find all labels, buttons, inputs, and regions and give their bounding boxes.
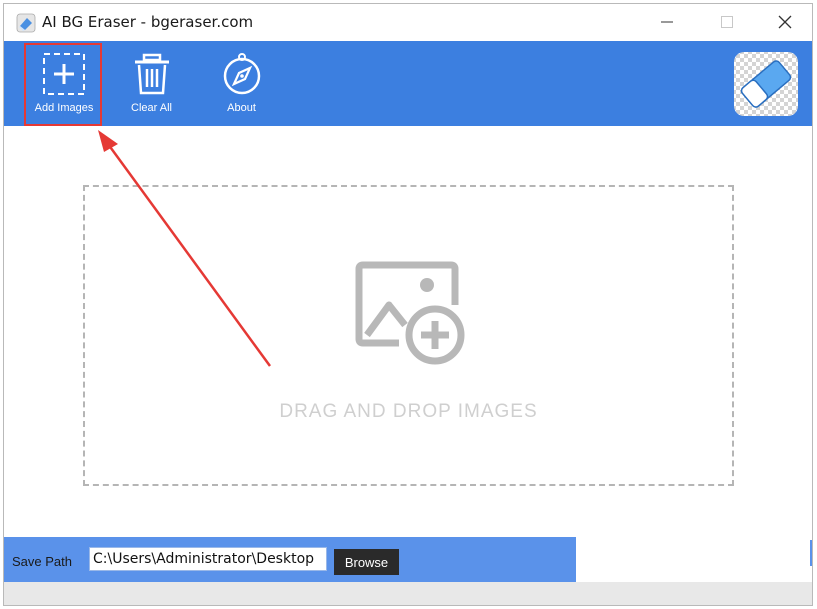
maximize-icon (721, 16, 733, 28)
browse-button[interactable]: Browse (334, 549, 399, 575)
close-button[interactable] (762, 4, 808, 40)
save-path-input[interactable]: C:\Users\Administrator\Desktop (89, 547, 327, 571)
image-add-icon (355, 261, 465, 365)
status-bar (4, 582, 812, 605)
toolbar: Add Images Clear All About (4, 41, 812, 126)
trash-icon (130, 52, 174, 96)
window-title: AI BG Eraser - bgeraser.com (42, 13, 254, 31)
add-image-icon (42, 52, 86, 96)
right-edge-fragment (810, 540, 812, 566)
about-label: About (227, 102, 256, 114)
minimize-button[interactable] (644, 4, 690, 40)
add-images-button[interactable]: Add Images (24, 41, 104, 126)
clear-all-label: Clear All (131, 102, 172, 114)
maximize-button[interactable] (704, 4, 750, 40)
about-button[interactable]: About (204, 41, 279, 126)
app-window: AI BG Eraser - bgeraser.com Add Images C… (3, 3, 813, 606)
eraser-icon (734, 52, 798, 116)
clear-all-button[interactable]: Clear All (114, 41, 189, 126)
compass-icon (220, 52, 264, 96)
app-logo-icon (16, 13, 36, 33)
save-path-label: Save Path (12, 554, 72, 569)
close-icon (778, 15, 792, 29)
title-bar: AI BG Eraser - bgeraser.com (4, 4, 812, 40)
drop-zone[interactable]: DRAG AND DROP IMAGES (83, 185, 734, 486)
minimize-icon (661, 21, 673, 23)
drop-zone-text: DRAG AND DROP IMAGES (279, 401, 538, 422)
save-path-bar: Save Path C:\Users\Administrator\Desktop… (4, 537, 576, 582)
add-images-label: Add Images (34, 102, 94, 114)
